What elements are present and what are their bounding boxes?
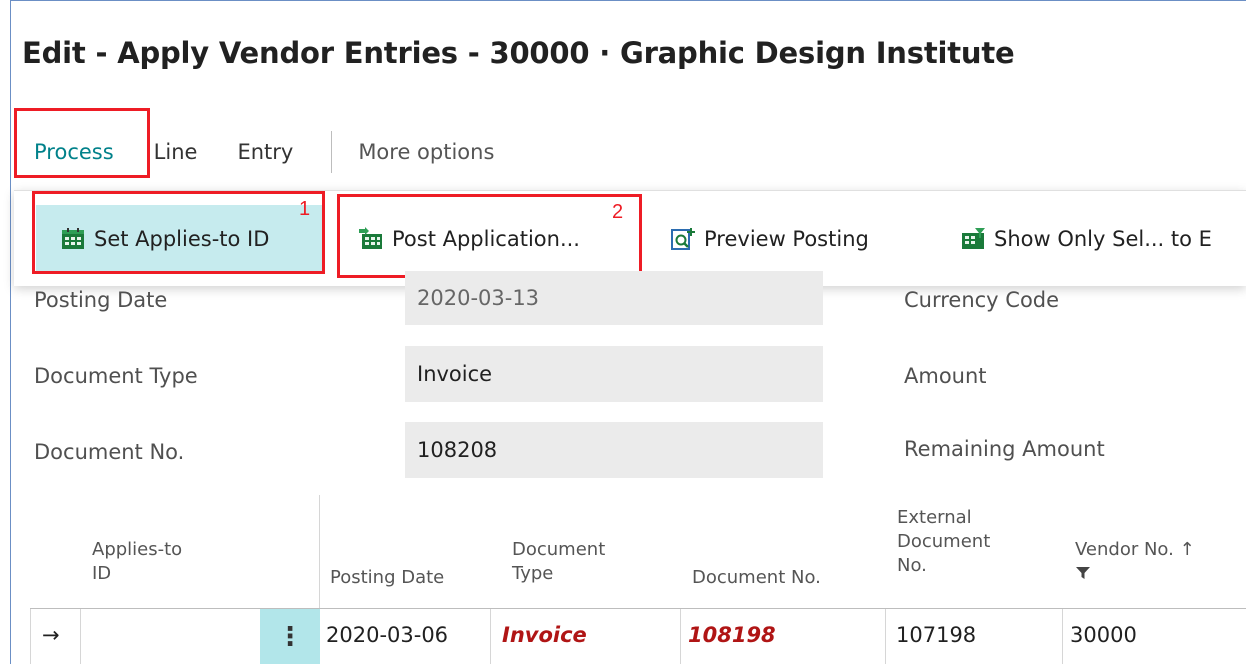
- grid-header-separator: [30, 608, 1246, 609]
- highlight-process: [14, 108, 150, 178]
- remaining-amount-label: Remaining Amount: [904, 437, 1105, 461]
- grid-cell-divider: [1062, 609, 1063, 664]
- preview-posting-button[interactable]: Preview Posting: [670, 205, 869, 273]
- row-actions-menu-button[interactable]: ⋮: [260, 609, 320, 664]
- cell-vendor-no[interactable]: 30000: [1070, 620, 1137, 650]
- column-header-applies-to-id[interactable]: Applies-to ID: [92, 538, 182, 586]
- highlight-set-applies-to-id: [32, 191, 325, 274]
- currency-code-label: Currency Code: [904, 288, 1060, 312]
- show-only-selected-label: Show Only Sel... to E: [994, 227, 1212, 251]
- document-no-field[interactable]: 108208: [405, 422, 823, 478]
- grid-cell-divider: [885, 609, 886, 664]
- filter-grid-icon: [962, 228, 985, 249]
- page-frame: [10, 0, 1246, 664]
- cell-document-type[interactable]: Invoice: [502, 620, 587, 650]
- cell-external-document-no[interactable]: 107198: [896, 620, 976, 650]
- amount-label: Amount: [904, 364, 987, 388]
- column-header-document-type[interactable]: Document Type: [512, 538, 605, 586]
- vertical-ellipsis-icon: ⋮: [277, 621, 303, 652]
- annotation-number-2: 2: [612, 201, 624, 223]
- column-header-document-no[interactable]: Document No.: [692, 566, 821, 590]
- grid-cell-divider: [680, 609, 681, 664]
- posting-date-field[interactable]: 2020-03-13: [405, 271, 823, 325]
- menu-entry[interactable]: Entry: [217, 126, 313, 178]
- column-header-vendor-no[interactable]: Vendor No. ↑: [1075, 538, 1195, 587]
- row-indicator-arrow: →: [42, 623, 60, 647]
- document-type-field[interactable]: Invoice: [405, 346, 823, 402]
- preview-posting-label: Preview Posting: [704, 227, 869, 251]
- grid-cell-divider: [490, 609, 491, 664]
- filter-icon: [1076, 567, 1090, 579]
- menu-separator: [331, 131, 333, 173]
- annotation-number-1: 1: [299, 198, 311, 220]
- show-only-selected-button[interactable]: Show Only Sel... to E: [960, 205, 1212, 273]
- highlight-post-application: [337, 194, 642, 278]
- cell-posting-date[interactable]: 2020-03-06: [326, 620, 448, 650]
- page-title: Edit - Apply Vendor Entries - 30000 · Gr…: [22, 36, 1015, 70]
- posting-date-label: Posting Date: [34, 288, 168, 312]
- document-no-label: Document No.: [34, 440, 185, 464]
- cell-document-no[interactable]: 108198: [688, 620, 776, 650]
- grid-cell-divider: [30, 609, 31, 664]
- menu-more-options[interactable]: More options: [358, 126, 514, 178]
- document-type-label: Document Type: [34, 364, 198, 388]
- grid-cell-divider: [80, 609, 81, 664]
- column-header-posting-date[interactable]: Posting Date: [330, 566, 444, 590]
- preview-magnifier-icon: [671, 228, 695, 250]
- column-header-external-document-no[interactable]: External Document No.: [897, 506, 990, 578]
